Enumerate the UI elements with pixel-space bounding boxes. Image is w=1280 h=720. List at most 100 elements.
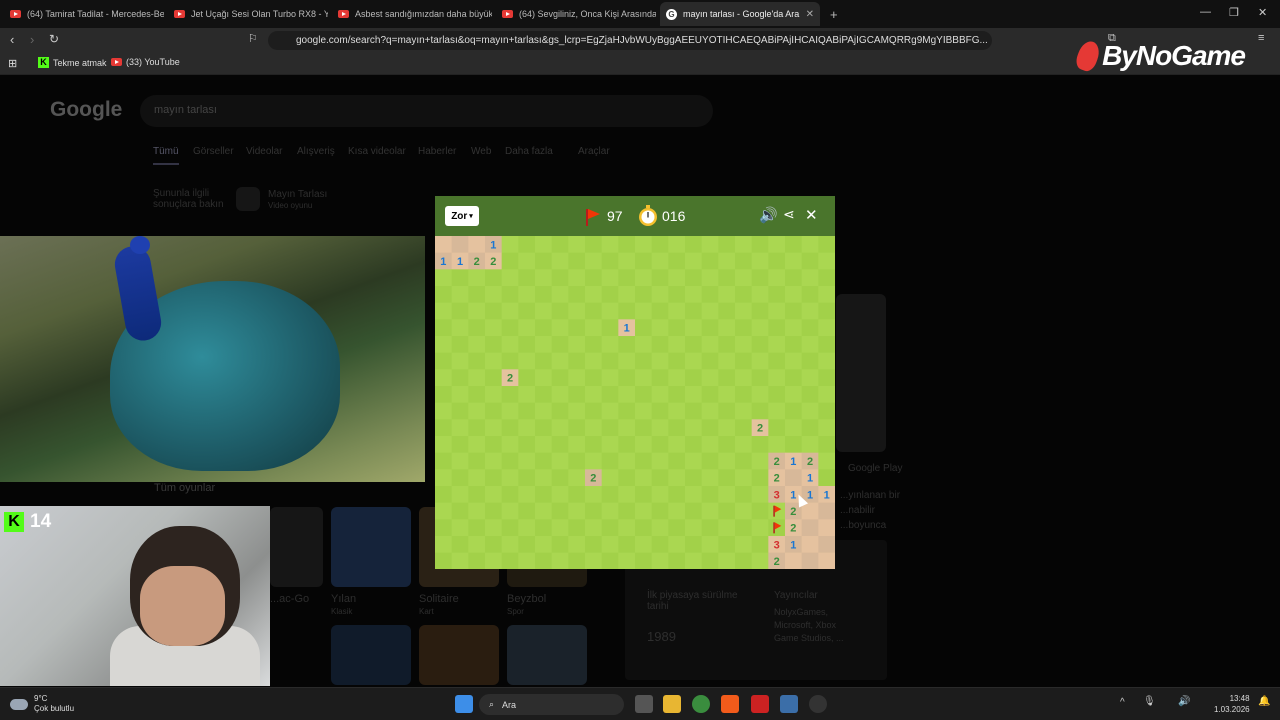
hidden-cell[interactable]	[601, 336, 619, 354]
tray-chevron-icon[interactable]: ^	[1120, 697, 1125, 708]
hidden-cell[interactable]	[435, 402, 453, 420]
hidden-cell[interactable]	[451, 536, 469, 554]
hidden-cell[interactable]	[601, 419, 619, 437]
hidden-cell[interactable]	[585, 369, 603, 387]
hidden-cell[interactable]	[601, 469, 619, 487]
search-input[interactable]: mayın tarlası	[140, 95, 713, 127]
hidden-cell[interactable]	[668, 469, 686, 487]
hidden-cell[interactable]	[718, 436, 736, 454]
hidden-cell[interactable]	[668, 519, 686, 537]
hidden-cell[interactable]	[735, 269, 753, 287]
revealed-cell[interactable]	[818, 502, 835, 520]
revealed-cell[interactable]	[435, 236, 453, 254]
hidden-cell[interactable]	[818, 252, 835, 270]
hidden-cell[interactable]	[718, 452, 736, 470]
hidden-cell[interactable]	[635, 336, 653, 354]
hidden-cell[interactable]	[518, 386, 536, 404]
hidden-cell[interactable]	[551, 319, 569, 337]
hidden-cell[interactable]	[751, 319, 769, 337]
app-icon[interactable]	[780, 695, 798, 713]
hidden-cell[interactable]	[501, 436, 519, 454]
hidden-cell[interactable]	[568, 536, 586, 554]
microphone-icon[interactable]: 🎙	[1143, 696, 1156, 707]
hidden-cell[interactable]	[685, 469, 703, 487]
revealed-cell[interactable]	[801, 536, 819, 554]
hidden-cell[interactable]	[601, 302, 619, 320]
hidden-cell[interactable]	[751, 436, 769, 454]
start-icon[interactable]	[455, 695, 473, 713]
hidden-cell[interactable]	[535, 452, 553, 470]
hidden-cell[interactable]	[635, 386, 653, 404]
hidden-cell[interactable]	[635, 269, 653, 287]
hidden-cell[interactable]	[701, 302, 719, 320]
notification-icon[interactable]: 🔔	[1258, 696, 1270, 707]
hidden-cell[interactable]	[485, 302, 503, 320]
hidden-cell[interactable]	[585, 519, 603, 537]
hidden-cell[interactable]	[651, 269, 669, 287]
hidden-cell[interactable]	[801, 369, 819, 387]
forward-icon[interactable]: ›	[30, 32, 34, 47]
hidden-cell[interactable]	[435, 436, 453, 454]
revealed-cell[interactable]	[818, 552, 835, 569]
hidden-cell[interactable]	[535, 469, 553, 487]
hidden-cell[interactable]	[651, 519, 669, 537]
game-card[interactable]	[419, 625, 499, 685]
hidden-cell[interactable]	[568, 236, 586, 254]
hidden-cell[interactable]	[485, 352, 503, 370]
hidden-cell[interactable]	[751, 469, 769, 487]
hidden-cell[interactable]	[718, 286, 736, 304]
minesweeper-thumb[interactable]	[236, 187, 260, 211]
hidden-cell[interactable]	[768, 386, 786, 404]
hidden-cell[interactable]	[735, 502, 753, 520]
hidden-cell[interactable]	[785, 286, 803, 304]
hidden-cell[interactable]	[818, 469, 835, 487]
hidden-cell[interactable]	[585, 302, 603, 320]
hidden-cell[interactable]	[685, 352, 703, 370]
hidden-cell[interactable]	[451, 469, 469, 487]
hidden-cell[interactable]	[501, 386, 519, 404]
hidden-cell[interactable]	[551, 502, 569, 520]
hidden-cell[interactable]	[601, 352, 619, 370]
hidden-cell[interactable]	[451, 286, 469, 304]
hidden-cell[interactable]	[651, 552, 669, 569]
hidden-cell[interactable]	[801, 352, 819, 370]
hidden-cell[interactable]	[535, 336, 553, 354]
hidden-cell[interactable]	[718, 336, 736, 354]
hidden-cell[interactable]	[701, 486, 719, 504]
hidden-cell[interactable]	[585, 269, 603, 287]
hidden-cell[interactable]	[818, 436, 835, 454]
hidden-cell[interactable]	[818, 386, 835, 404]
taskbar-search[interactable]: ⌕ Ara	[479, 694, 624, 715]
hidden-cell[interactable]	[668, 319, 686, 337]
hidden-cell[interactable]	[635, 402, 653, 420]
revealed-cell[interactable]	[818, 519, 835, 537]
hidden-cell[interactable]	[568, 502, 586, 520]
hidden-cell[interactable]	[768, 436, 786, 454]
hidden-cell[interactable]	[718, 236, 736, 254]
hidden-cell[interactable]	[685, 402, 703, 420]
hidden-cell[interactable]	[501, 252, 519, 270]
hidden-cell[interactable]	[485, 536, 503, 554]
hidden-cell[interactable]	[785, 386, 803, 404]
hidden-cell[interactable]	[568, 269, 586, 287]
hidden-cell[interactable]	[801, 436, 819, 454]
hidden-cell[interactable]	[435, 336, 453, 354]
hidden-cell[interactable]	[568, 319, 586, 337]
hidden-cell[interactable]	[735, 252, 753, 270]
hidden-cell[interactable]	[718, 502, 736, 520]
hidden-cell[interactable]	[801, 236, 819, 254]
hidden-cell[interactable]	[451, 436, 469, 454]
brave-icon[interactable]	[721, 695, 739, 713]
hidden-cell[interactable]	[585, 336, 603, 354]
hidden-cell[interactable]	[735, 236, 753, 254]
hidden-cell[interactable]	[668, 236, 686, 254]
hidden-cell[interactable]	[751, 486, 769, 504]
hidden-cell[interactable]	[751, 402, 769, 420]
hidden-cell[interactable]	[768, 286, 786, 304]
hidden-cell[interactable]	[568, 402, 586, 420]
hidden-cell[interactable]	[518, 352, 536, 370]
hidden-cell[interactable]	[751, 369, 769, 387]
hidden-cell[interactable]	[551, 386, 569, 404]
hidden-cell[interactable]	[701, 552, 719, 569]
hidden-cell[interactable]	[485, 319, 503, 337]
